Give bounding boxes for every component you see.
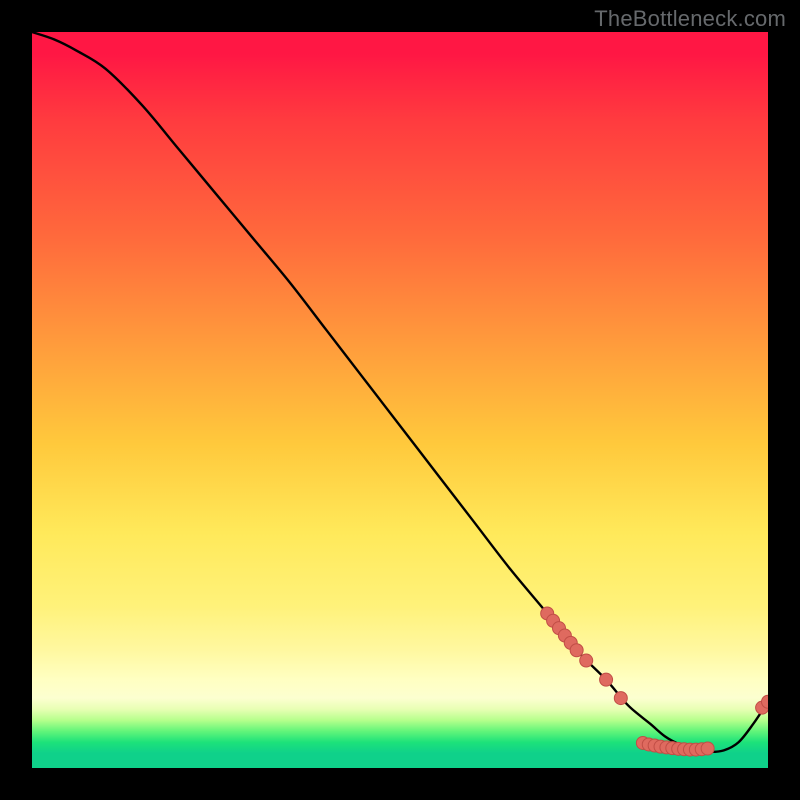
chart-stage: TheBottleneck.com <box>0 0 800 800</box>
data-marker <box>701 742 714 755</box>
data-marker <box>570 644 583 657</box>
bottleneck-curve <box>32 32 768 752</box>
plot-area <box>32 32 768 768</box>
curve-overlay <box>32 32 768 768</box>
curve-markers <box>541 607 768 756</box>
data-marker <box>614 692 627 705</box>
data-marker <box>600 673 613 686</box>
watermark-text: TheBottleneck.com <box>594 6 786 32</box>
data-marker <box>580 654 593 667</box>
